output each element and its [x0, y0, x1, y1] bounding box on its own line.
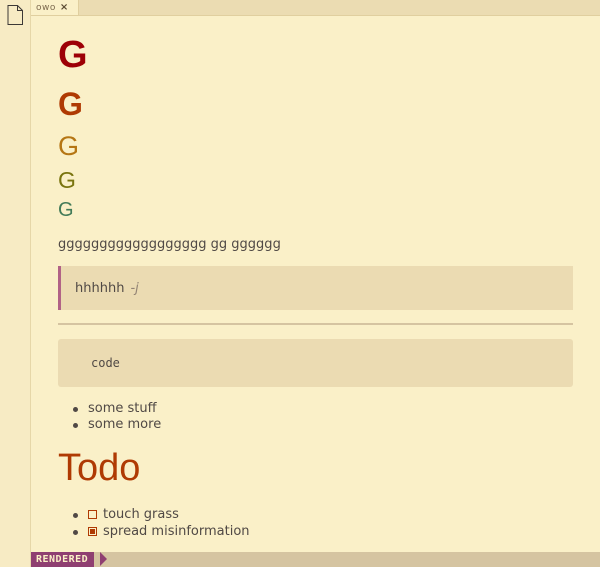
- heading-3: G: [58, 131, 80, 161]
- code-text: code: [91, 356, 120, 370]
- task-label: touch grass: [103, 507, 179, 522]
- tab-owo[interactable]: owo ×: [31, 0, 79, 15]
- blockquote-text: hhhhhh: [75, 280, 125, 296]
- task-list: touch grass spread misinformation: [58, 506, 250, 540]
- task-label: spread misinformation: [103, 524, 250, 539]
- file-icon[interactable]: [7, 5, 23, 25]
- tab-bar: owo ×: [31, 0, 600, 16]
- heading-2: G: [58, 86, 83, 122]
- close-icon[interactable]: ×: [60, 2, 69, 13]
- todo-heading: Todo: [58, 447, 141, 489]
- code-block: code: [58, 339, 573, 387]
- task-item: touch grass: [58, 506, 250, 523]
- bullet-list: some stuff some more: [58, 401, 161, 433]
- task-item: spread misinformation: [58, 523, 250, 540]
- task-checkbox[interactable]: [88, 510, 97, 519]
- task-checkbox[interactable]: [88, 527, 97, 536]
- horizontal-rule: [58, 323, 573, 325]
- status-bar: RENDERED: [31, 552, 600, 567]
- editor-window: owo × G G G G G gggggggggggggggggg gg gg…: [0, 0, 600, 567]
- mode-separator: [100, 552, 107, 566]
- sidebar-gutter: [0, 0, 31, 567]
- paragraph: gggggggggggggggggg gg gggggg: [58, 237, 281, 252]
- heading-4: G: [58, 167, 76, 193]
- tab-label: owo: [36, 2, 56, 13]
- heading-1: G: [58, 34, 88, 76]
- list-item: some stuff: [58, 401, 161, 417]
- mode-indicator: RENDERED: [31, 552, 95, 567]
- blockquote-attribution: -j: [130, 280, 139, 296]
- heading-5: G: [58, 199, 74, 221]
- list-item: some more: [58, 417, 161, 433]
- blockquote: hhhhhh -j: [58, 266, 573, 310]
